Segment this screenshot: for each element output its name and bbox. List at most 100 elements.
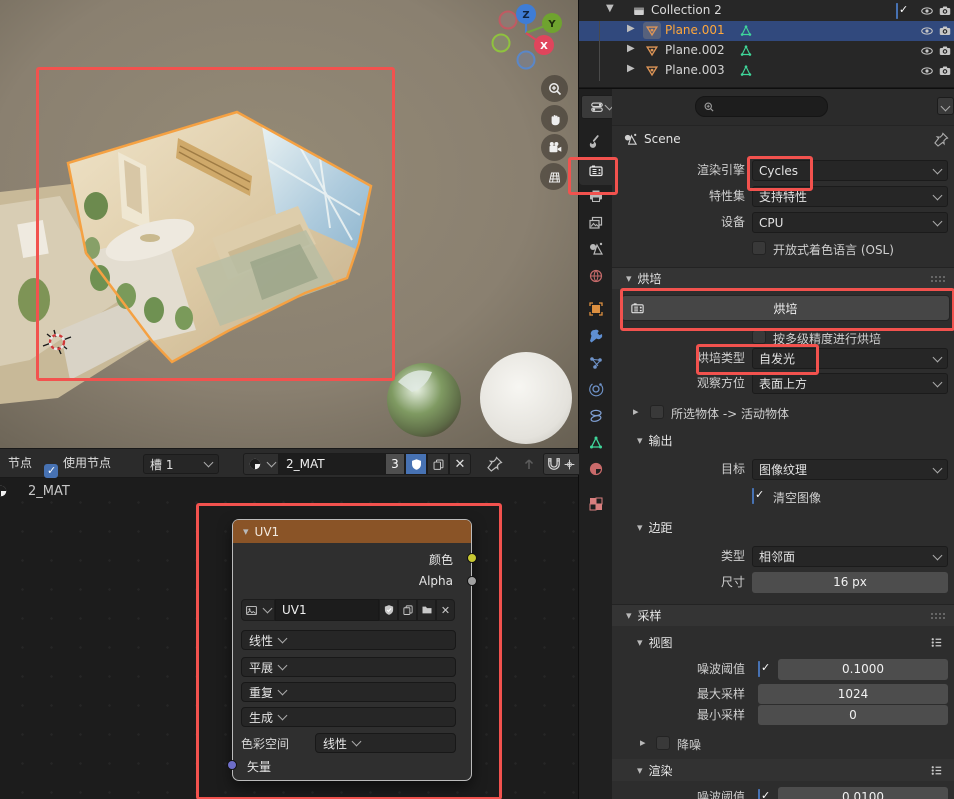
tab-constraints[interactable] xyxy=(588,408,604,424)
alpha-output-socket[interactable] xyxy=(467,576,477,586)
image-name-field[interactable]: UV1 xyxy=(275,599,379,621)
collapse-arrow-icon[interactable]: ▼ xyxy=(606,3,614,14)
outliner-row-collection[interactable]: ▼ Collection 2 xyxy=(579,1,954,21)
eye-icon[interactable] xyxy=(920,64,934,78)
margin-size-field[interactable]: 16 px xyxy=(752,572,948,593)
pan-button[interactable] xyxy=(541,105,568,132)
fake-user-toggle[interactable] xyxy=(405,453,427,475)
selected-to-active-checkbox[interactable] xyxy=(650,405,664,419)
outliner-row-plane002[interactable]: ▶ Plane.002 xyxy=(579,41,954,61)
image-duplicate-button[interactable] xyxy=(398,599,417,621)
render-noise-field[interactable]: 0.0100 xyxy=(778,787,948,799)
expand-arrow-icon[interactable]: ▶ xyxy=(627,23,635,34)
camera-visibility-icon[interactable] xyxy=(938,64,952,78)
panel-grip-icon[interactable] xyxy=(930,612,946,620)
presets-list-icon[interactable] xyxy=(929,763,944,778)
margin-subpanel-header[interactable]: 边距 xyxy=(612,516,954,538)
camera-visibility-icon[interactable] xyxy=(938,4,952,18)
use-nodes-checkbox[interactable] xyxy=(44,464,58,478)
vector-input-socket[interactable] xyxy=(227,760,237,770)
view-from-dropdown[interactable]: 表面上方 xyxy=(752,373,948,394)
tab-output[interactable] xyxy=(588,188,604,204)
tab-modifiers[interactable] xyxy=(588,328,604,344)
material-name-field[interactable]: 2_MAT xyxy=(279,453,385,475)
bake-type-dropdown[interactable]: 自发光 xyxy=(752,348,948,369)
margin-type-dropdown[interactable]: 相邻面 xyxy=(752,546,948,567)
pin-icon[interactable] xyxy=(934,132,949,147)
eye-icon[interactable] xyxy=(920,44,934,58)
render-engine-dropdown[interactable]: Cycles xyxy=(752,160,948,181)
material-slot-dropdown[interactable]: 槽 1 xyxy=(143,454,219,474)
device-dropdown[interactable]: CPU xyxy=(752,212,948,233)
denoise-row[interactable]: ▸ 降噪 xyxy=(612,734,954,754)
tab-render[interactable] xyxy=(588,163,604,179)
collection-checkbox[interactable] xyxy=(896,3,898,19)
material-browse-button[interactable] xyxy=(243,453,279,475)
perspective-toggle-button[interactable] xyxy=(540,163,567,190)
search-input[interactable] xyxy=(695,96,828,117)
multires-checkbox[interactable] xyxy=(752,330,766,344)
target-dropdown[interactable]: 图像纹理 xyxy=(752,459,948,480)
filter-dropdown-button[interactable] xyxy=(937,97,954,115)
eye-icon[interactable] xyxy=(920,4,934,18)
tab-material[interactable] xyxy=(588,461,604,477)
extension-dropdown[interactable]: 重复 xyxy=(241,682,456,702)
camera-visibility-icon[interactable] xyxy=(938,24,952,38)
gizmo-axis-neg-x[interactable] xyxy=(500,12,517,29)
unlink-material-button[interactable]: ✕ xyxy=(449,453,471,475)
max-samples-field[interactable]: 1024 xyxy=(758,684,948,704)
node-header[interactable]: UV1 xyxy=(233,520,471,543)
tab-view-layer[interactable] xyxy=(588,215,604,231)
material-users-count-button[interactable]: 3 xyxy=(385,453,405,475)
presets-list-icon[interactable] xyxy=(929,635,944,650)
tab-physics[interactable] xyxy=(588,381,604,397)
min-samples-field[interactable]: 0 xyxy=(758,705,948,725)
shader-editor-canvas[interactable]: 2_MAT UV1 颜色 Alpha UV1 ✕ 线性 平展 重复 xyxy=(0,478,578,799)
tab-tool[interactable] xyxy=(588,133,604,149)
feature-set-dropdown[interactable]: 支持特性 xyxy=(752,186,948,207)
camera-visibility-icon[interactable] xyxy=(938,44,952,58)
tab-particles[interactable] xyxy=(588,355,604,371)
3d-viewport[interactable]: Z Y X xyxy=(0,0,578,448)
tab-texture[interactable] xyxy=(588,496,604,512)
projection-dropdown[interactable]: 平展 xyxy=(241,657,456,677)
node-menu[interactable]: 节点 xyxy=(8,448,32,478)
gizmo-axis-neg-y[interactable] xyxy=(493,35,510,52)
tab-scene[interactable] xyxy=(588,241,604,257)
color-output-socket[interactable] xyxy=(467,553,477,563)
camera-view-button[interactable] xyxy=(541,134,568,161)
tab-object[interactable] xyxy=(588,301,604,317)
viewport-sampling-header[interactable]: 视图 xyxy=(612,631,954,653)
image-browse-button[interactable] xyxy=(241,599,275,621)
interpolation-dropdown[interactable]: 线性 xyxy=(241,630,456,650)
osl-checkbox[interactable] xyxy=(752,241,766,255)
sampling-panel-header[interactable]: 采样 xyxy=(612,604,954,626)
denoise-checkbox[interactable] xyxy=(656,736,670,750)
render-noise-checkbox[interactable] xyxy=(758,789,760,799)
output-subpanel-header[interactable]: 输出 xyxy=(612,429,954,451)
render-sampling-header[interactable]: 渲染 xyxy=(612,759,954,781)
outliner-row-plane001[interactable]: ▶ Plane.001 xyxy=(579,21,954,41)
outliner-row-plane003[interactable]: ▶ Plane.003 xyxy=(579,61,954,81)
bake-button[interactable]: 烘培 xyxy=(621,295,950,321)
expand-arrow-icon[interactable]: ▶ xyxy=(627,63,635,74)
go-to-parent-icon[interactable] xyxy=(521,456,537,472)
selected-to-active-row[interactable]: ▸ 所选物体 -> 活动物体 xyxy=(612,403,954,423)
noise-threshold-field[interactable]: 0.1000 xyxy=(778,659,948,680)
tab-world[interactable] xyxy=(588,268,604,284)
image-fake-user-toggle[interactable] xyxy=(379,599,398,621)
gizmo-axis-neg-z[interactable] xyxy=(518,52,535,69)
expand-arrow-icon[interactable]: ▶ xyxy=(627,43,635,54)
clear-image-checkbox[interactable] xyxy=(752,488,754,504)
colorspace-dropdown[interactable]: 线性 xyxy=(315,733,456,753)
image-unlink-button[interactable]: ✕ xyxy=(436,599,455,621)
noise-threshold-checkbox[interactable] xyxy=(758,661,760,677)
panel-grip-icon[interactable] xyxy=(930,275,946,283)
expand-arrow-icon[interactable]: ▸ xyxy=(633,405,639,418)
eye-icon[interactable] xyxy=(920,24,934,38)
new-material-button[interactable] xyxy=(427,453,449,475)
image-texture-node[interactable]: UV1 颜色 Alpha UV1 ✕ 线性 平展 重复 生成 色彩空间 线性 xyxy=(232,519,472,781)
source-dropdown[interactable]: 生成 xyxy=(241,707,456,727)
bake-panel-header[interactable]: 烘培 xyxy=(612,267,954,289)
zoom-button[interactable] xyxy=(541,75,568,102)
